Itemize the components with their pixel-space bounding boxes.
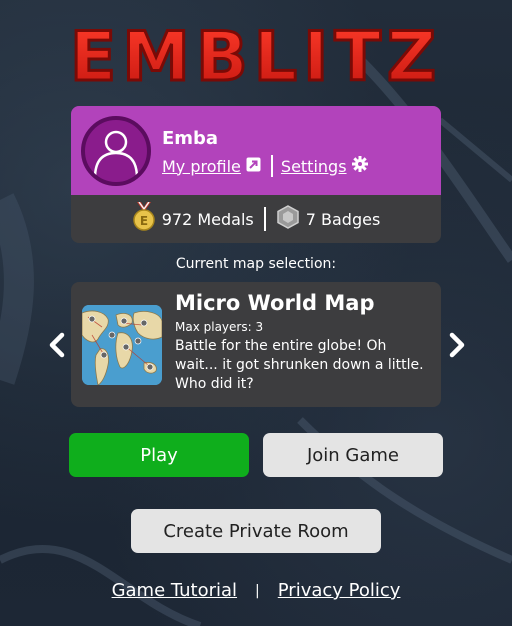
map-max-players: Max players: 3 [175,320,264,334]
privacy-policy-link[interactable]: Privacy Policy [278,580,401,601]
settings-label: Settings [280,156,347,176]
chevron-left-icon[interactable] [46,332,68,358]
footer-separator: | [255,582,260,599]
map-thumbnail [82,305,162,385]
profile-links: My profile Settings [162,155,368,177]
link-separator [270,155,273,177]
map-description: Battle for the entire globe! Oh wait... … [175,338,424,392]
badges-count: 7 Badges [305,209,381,229]
external-link-icon[interactable] [246,157,261,176]
settings-link[interactable]: Settings [281,157,347,176]
chevron-right-icon[interactable] [446,332,468,358]
svg-text:E: E [140,214,148,228]
map-title: Micro World Map [175,291,375,315]
my-profile-label: My profile [162,156,241,176]
footer-links: Game Tutorial | Privacy Policy [0,580,512,601]
username: Emba [162,128,219,149]
stats-separator [263,207,266,231]
logo-text: EMBLITZ [70,18,442,94]
emblitz-logo: EMBLITZ [68,17,442,95]
badge-icon [276,205,300,233]
medals-count: 972 Medals [161,209,254,229]
play-button[interactable]: Play [69,433,249,477]
profile-stats: E 972 Medals 7 Badges [71,195,441,243]
profile-card: Emba My profile Settings E 972 Medals 7 … [71,106,441,243]
avatar[interactable] [81,116,151,186]
join-game-button[interactable]: Join Game [263,433,443,477]
profile-header: Emba My profile Settings [71,106,441,195]
user-silhouette-icon [93,130,139,179]
gear-icon[interactable] [351,156,368,176]
medal-icon: E [132,201,156,236]
create-private-room-button[interactable]: Create Private Room [131,509,381,553]
game-tutorial-link[interactable]: Game Tutorial [112,580,237,601]
map-selection-caption: Current map selection: [175,256,337,272]
map-selection-card[interactable]: Micro World Map Max players: 3 Battle fo… [71,282,441,407]
my-profile-link[interactable]: My profile [162,157,241,176]
